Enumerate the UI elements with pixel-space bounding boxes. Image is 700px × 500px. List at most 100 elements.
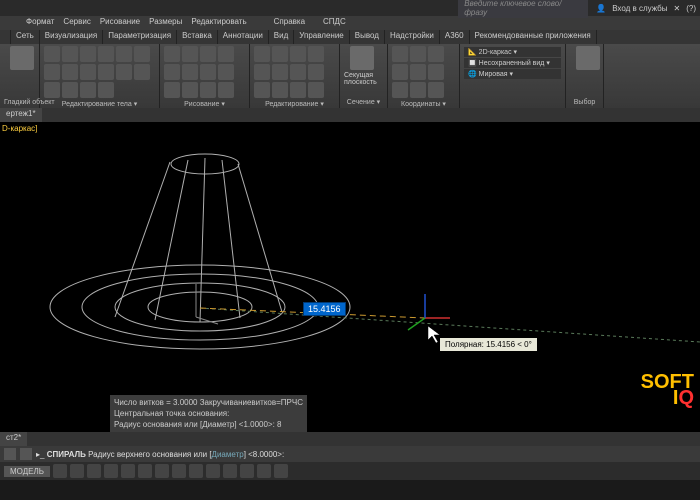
tool-icon[interactable] xyxy=(62,64,78,80)
panel-label[interactable] xyxy=(464,104,561,106)
tool-icon[interactable] xyxy=(392,82,408,98)
panel-label[interactable]: Сечение ▾ xyxy=(344,96,383,106)
tool-icon[interactable] xyxy=(218,46,234,62)
smooth-object-icon[interactable] xyxy=(10,46,34,70)
tool-icon[interactable] xyxy=(98,82,114,98)
tool-icon[interactable] xyxy=(182,46,198,62)
ribbon-tab[interactable] xyxy=(0,30,11,44)
dyn-toggle-icon[interactable] xyxy=(155,464,169,478)
menu-item[interactable] xyxy=(310,16,318,30)
tool-icon[interactable] xyxy=(410,82,426,98)
tool-icon[interactable] xyxy=(428,64,444,80)
tool-icon[interactable] xyxy=(62,46,78,62)
annotation-icon[interactable] xyxy=(274,464,288,478)
menu-item[interactable] xyxy=(4,16,12,30)
tool-icon[interactable] xyxy=(308,46,324,62)
ortho-toggle-icon[interactable] xyxy=(87,464,101,478)
tool-icon[interactable] xyxy=(44,64,60,80)
tool-icon[interactable] xyxy=(80,82,96,98)
polar-toggle-icon[interactable] xyxy=(104,464,118,478)
ribbon-tab[interactable]: Аннотации xyxy=(218,30,269,44)
tool-icon[interactable] xyxy=(272,82,288,98)
panel-label[interactable]: Редактирование ▾ xyxy=(254,98,335,108)
layout-tab[interactable]: ст2* xyxy=(0,432,27,446)
tool-icon[interactable] xyxy=(290,64,306,80)
tool-icon[interactable] xyxy=(200,82,216,98)
tool-icon[interactable] xyxy=(392,64,408,80)
menu-item[interactable]: Сервис xyxy=(59,16,94,30)
tool-icon[interactable] xyxy=(410,64,426,80)
tool-icon[interactable] xyxy=(80,64,96,80)
ribbon-tab[interactable]: Рекомендованные приложения xyxy=(470,30,597,44)
ribbon-tab[interactable]: Вставка xyxy=(177,30,218,44)
tool-icon[interactable] xyxy=(98,64,114,80)
view-dropdown[interactable]: 🔲 Несохраненный вид ▾ xyxy=(464,58,561,68)
tool-icon[interactable] xyxy=(254,46,270,62)
tool-icon[interactable] xyxy=(200,64,216,80)
osnap-toggle-icon[interactable] xyxy=(121,464,135,478)
tool-icon[interactable] xyxy=(428,82,444,98)
tool-icon[interactable] xyxy=(308,64,324,80)
ribbon-tab[interactable]: Вывод xyxy=(350,30,385,44)
ribbon-tab[interactable]: Вид xyxy=(269,30,294,44)
tool-icon[interactable] xyxy=(164,64,180,80)
dimension-input[interactable]: 15.4156 xyxy=(303,302,346,316)
drawing-viewport[interactable]: D-каркас] xyxy=(0,122,700,432)
tool-icon[interactable] xyxy=(134,64,150,80)
menu-item[interactable]: Формат xyxy=(22,16,58,30)
ribbon-tab[interactable]: Надстройки xyxy=(385,30,440,44)
search-input[interactable]: Введите ключевое слово/фразу xyxy=(458,0,588,18)
tool-icon[interactable] xyxy=(254,82,270,98)
tool-icon[interactable] xyxy=(164,82,180,98)
menu-item[interactable]: Рисование xyxy=(96,16,144,30)
tool-icon[interactable] xyxy=(44,46,60,62)
tool-icon[interactable] xyxy=(218,82,234,98)
panel-label[interactable]: Редактирование тела ▾ xyxy=(44,98,155,108)
ducs-icon[interactable] xyxy=(240,464,254,478)
tool-icon[interactable] xyxy=(116,46,132,62)
section-plane-icon[interactable] xyxy=(350,46,374,70)
menu-item[interactable] xyxy=(13,16,21,30)
panel-label[interactable]: Рисование ▾ xyxy=(164,98,245,108)
tool-icon[interactable] xyxy=(218,64,234,80)
ribbon-tab[interactable]: Визуализация xyxy=(40,30,103,44)
snap-toggle-icon[interactable] xyxy=(70,464,84,478)
menu-item[interactable]: Размеры xyxy=(145,16,186,30)
tool-icon[interactable] xyxy=(164,46,180,62)
cycling-icon[interactable] xyxy=(206,464,220,478)
tool-icon[interactable] xyxy=(134,46,150,62)
tool-icon[interactable] xyxy=(116,64,132,80)
tool-icon[interactable] xyxy=(182,82,198,98)
document-tab[interactable]: ертеж1* xyxy=(0,108,42,122)
tool-icon[interactable] xyxy=(80,46,96,62)
transparency-icon[interactable] xyxy=(189,464,203,478)
tool-icon[interactable] xyxy=(62,82,78,98)
tool-icon[interactable] xyxy=(308,82,324,98)
menu-item[interactable] xyxy=(261,16,269,30)
panel-label[interactable]: Координаты ▾ xyxy=(392,98,455,108)
tool-icon[interactable] xyxy=(428,46,444,62)
tool-icon[interactable] xyxy=(272,64,288,80)
cmd-option-link[interactable]: Диаметр xyxy=(212,450,244,459)
menu-item[interactable] xyxy=(252,16,260,30)
ribbon-tab[interactable]: A360 xyxy=(440,30,470,44)
menu-item[interactable]: Редактировать xyxy=(187,16,250,30)
lwt-toggle-icon[interactable] xyxy=(172,464,186,478)
tool-icon[interactable] xyxy=(98,46,114,62)
tool-icon[interactable] xyxy=(410,46,426,62)
ribbon-tab[interactable]: Сеть xyxy=(11,30,40,44)
select-icon[interactable] xyxy=(576,46,600,70)
gizmo-icon[interactable] xyxy=(257,464,271,478)
tool-icon[interactable] xyxy=(200,46,216,62)
tool-icon[interactable] xyxy=(290,46,306,62)
ribbon-tab[interactable]: Параметризация xyxy=(103,30,177,44)
grid-toggle-icon[interactable] xyxy=(53,464,67,478)
tool-icon[interactable] xyxy=(182,64,198,80)
tool-icon[interactable] xyxy=(392,46,408,62)
ribbon-tab[interactable]: Управление xyxy=(294,30,349,44)
model-space-button[interactable]: МОДЕЛЬ xyxy=(4,466,50,477)
command-line[interactable]: ▸_ СПИРАЛЬ Радиус верхнего основания или… xyxy=(0,446,700,462)
tool-icon[interactable] xyxy=(254,64,270,80)
menu-item[interactable]: Справка xyxy=(270,16,309,30)
help-icon[interactable]: (?) xyxy=(686,4,696,13)
